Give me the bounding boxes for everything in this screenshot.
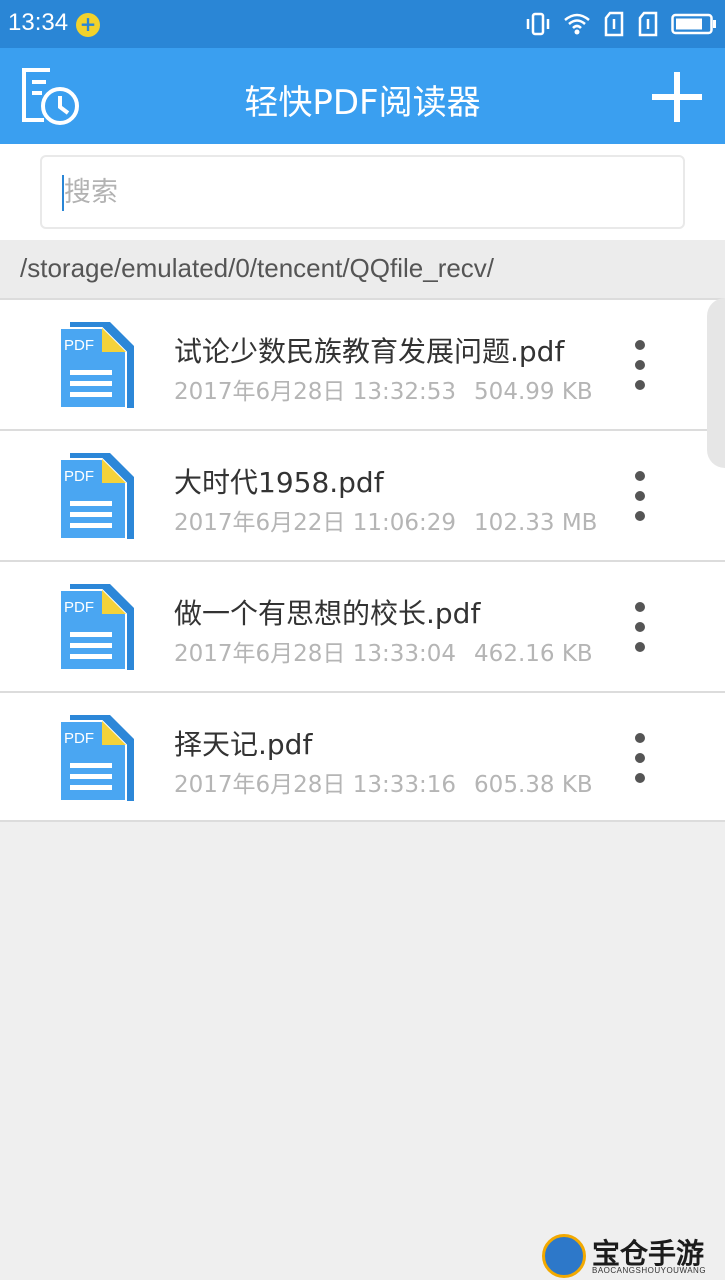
file-row[interactable]: PDF 试论少数民族教育发展问题.pdf 2017年6月28日 13:32:53… xyxy=(0,298,725,429)
file-date: 2017年6月22日 11:06:29 xyxy=(174,510,457,536)
pdf-file-icon: PDF xyxy=(59,322,134,409)
more-options-icon[interactable] xyxy=(620,467,660,525)
add-icon xyxy=(652,72,702,122)
file-date: 2017年6月28日 13:32:53 xyxy=(174,379,457,405)
pdf-icon-label: PDF xyxy=(64,730,94,747)
watermark-logo-icon xyxy=(542,1234,586,1278)
file-meta: 2017年6月28日 13:32:53 504.99 KB xyxy=(174,372,593,406)
search-area xyxy=(0,144,725,240)
status-time: 13:34 xyxy=(8,9,69,36)
file-size: 504.99 KB xyxy=(474,379,593,405)
watermark: 宝仓手游网 BAOCANGSHOUYOUWANG xyxy=(530,1226,720,1280)
file-meta: 2017年6月28日 13:33:04 462.16 KB xyxy=(174,634,593,668)
sim1-icon xyxy=(604,11,624,37)
file-size: 102.33 MB xyxy=(474,510,598,536)
file-row[interactable]: PDF 大时代1958.pdf 2017年6月22日 11:06:29 102.3… xyxy=(0,429,725,560)
watermark-subtitle: BAOCANGSHOUYOUWANG xyxy=(592,1266,707,1275)
search-box[interactable] xyxy=(40,155,685,229)
file-meta: 2017年6月28日 13:33:16 605.38 KB xyxy=(174,765,593,799)
file-row[interactable]: PDF 做一个有思想的校长.pdf 2017年6月28日 13:33:04 462… xyxy=(0,560,725,691)
file-size: 605.38 KB xyxy=(474,772,593,798)
plus-badge-icon: + xyxy=(76,13,100,37)
pdf-file-icon: PDF xyxy=(59,584,134,671)
file-name: 大时代1958.pdf xyxy=(174,466,384,499)
file-row[interactable]: PDF 择天记.pdf 2017年6月28日 13:33:16 605.38 KB xyxy=(0,691,725,822)
edge-drawer-handle[interactable] xyxy=(707,298,725,468)
app-title: 轻快PDF阅读器 xyxy=(244,83,481,123)
more-options-icon[interactable] xyxy=(620,729,660,787)
search-input[interactable] xyxy=(64,171,664,213)
pdf-icon-label: PDF xyxy=(64,337,94,354)
pdf-icon-label: PDF xyxy=(64,599,94,616)
file-size: 462.16 KB xyxy=(474,641,593,667)
add-button[interactable] xyxy=(648,68,706,126)
file-name: 择天记.pdf xyxy=(174,728,313,761)
status-bar: 13:34 + xyxy=(0,0,725,48)
path-bar: /storage/emulated/0/tencent/QQfile_recv/ xyxy=(0,240,725,298)
current-path: /storage/emulated/0/tencent/QQfile_recv/ xyxy=(20,253,495,283)
file-date: 2017年6月28日 13:33:04 xyxy=(174,641,457,667)
pdf-icon-label: PDF xyxy=(64,468,94,485)
file-meta: 2017年6月22日 11:06:29 102.33 MB xyxy=(174,503,597,537)
pdf-file-icon: PDF xyxy=(59,715,134,802)
app-bar: 轻快PDF阅读器 xyxy=(0,48,725,144)
vibrate-icon xyxy=(526,12,550,36)
more-options-icon[interactable] xyxy=(620,336,660,394)
wifi-icon xyxy=(564,13,590,35)
file-name: 试论少数民族教育发展问题.pdf xyxy=(174,335,565,368)
pdf-file-icon: PDF xyxy=(59,453,134,540)
sim2-icon xyxy=(638,11,658,37)
more-options-icon[interactable] xyxy=(620,598,660,656)
battery-icon xyxy=(671,13,716,35)
file-date: 2017年6月28日 13:33:16 xyxy=(174,772,457,798)
file-list: PDF 试论少数民族教育发展问题.pdf 2017年6月28日 13:32:53… xyxy=(0,298,725,822)
status-icons xyxy=(525,10,717,38)
file-name: 做一个有思想的校长.pdf xyxy=(174,597,481,630)
